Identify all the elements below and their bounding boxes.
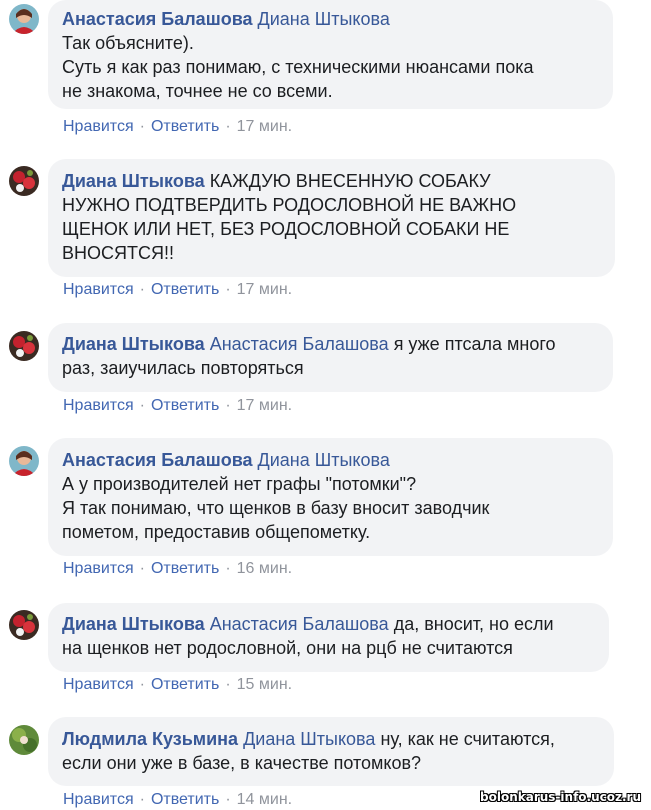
comment-author[interactable]: Анастасия Балашова [62,9,253,29]
reply-link[interactable]: Ответить [151,560,219,577]
avatar-flowers-icon [9,610,39,640]
avatar[interactable] [9,4,39,34]
reply-link[interactable]: Ответить [151,791,219,808]
avatar-woman-red-icon [9,4,39,34]
comment-timestamp[interactable]: 17 мин. [237,281,292,298]
comment-text-line: ЩЕНОК ИЛИ НЕТ, БЕЗ РОДОСЛОВНОЙ СОБАКИ НЕ [62,219,510,239]
comment-bubble: Людмила Кузьмина Диана Штыкова ну, как н… [48,717,614,786]
separator-dot: · [225,676,231,693]
separator-dot: · [139,676,145,693]
comment-text-line: А у производителей нет графы "потомки"? [62,474,417,494]
separator-dot: · [225,397,231,414]
comment-author[interactable]: Анастасия Балашова [62,450,253,470]
comment-text-line: если они уже в базе, в качестве потомков… [62,753,422,773]
avatar[interactable] [9,331,39,361]
avatar-flowers-icon [9,166,39,196]
separator-dot: · [225,281,231,298]
comment-text-line: НУЖНО ПОДТВЕРДИТЬ РОДОСЛОВНОЙ НЕ ВАЖНО [62,195,517,215]
comment-text-line: я уже птсала много [393,334,556,354]
comment-text-line: Так объясните). [62,33,194,53]
comment-text-line: ну, как не считаются, [380,729,555,749]
comment-mention[interactable]: Диана Штыкова [258,9,390,29]
separator-dot: · [139,118,145,135]
avatar[interactable] [9,725,39,755]
avatar-green-icon [9,725,39,755]
reply-link[interactable]: Ответить [151,281,219,298]
comment-mention[interactable]: Диана Штыкова [243,729,375,749]
comment-timestamp[interactable]: 16 мин. [237,560,292,577]
comment-timestamp[interactable]: 15 мин. [237,676,292,693]
comment-text-line: да, вносит, но если [393,614,554,634]
avatar-flowers-icon [9,331,39,361]
comment-actions: Нравится · Ответить · 15 мин. [63,675,292,695]
reply-link[interactable]: Ответить [151,397,219,414]
comment-text-line: пометом, предоставив общепометку. [62,522,371,542]
comment-timestamp[interactable]: 17 мин. [237,397,292,414]
comment-text-line: Суть я как раз понимаю, с техническими н… [62,57,534,77]
comment-author[interactable]: Диана Штыкова [62,614,205,634]
separator-dot: · [139,281,145,298]
comment-actions: Нравится · Ответить · 14 мин. [63,790,292,810]
separator-dot: · [225,791,231,808]
comment-timestamp[interactable]: 17 мин. [237,118,292,135]
reply-link[interactable]: Ответить [151,118,219,135]
avatar[interactable] [9,446,39,476]
comment-mention[interactable]: Анастасия Балашова [210,334,389,354]
comment-text-line: не знакома, точнее не со всеми. [62,81,333,101]
reply-link[interactable]: Ответить [151,676,219,693]
comment-actions: Нравится · Ответить · 17 мин. [63,280,292,300]
avatar[interactable] [9,610,39,640]
comment-bubble: Анастасия Балашова Диана Штыкова Так объ… [48,0,613,109]
comment-text-line: КАЖДУЮ ВНЕСЕННУЮ СОБАКУ [209,171,491,191]
comment-author[interactable]: Диана Штыкова [62,171,205,191]
like-link[interactable]: Нравится [63,676,134,693]
comment-actions: Нравится · Ответить · 16 мин. [63,559,292,579]
separator-dot: · [139,791,145,808]
comment-actions: Нравится · Ответить · 17 мин. [63,117,292,137]
comment-author[interactable]: Диана Штыкова [62,334,205,354]
comment-timestamp[interactable]: 14 мин. [237,791,292,808]
site-watermark: bolonkarus-info.ucoz.ru [480,790,641,804]
comment-bubble: Диана Штыкова Анастасия Балашова я уже п… [48,323,613,392]
comment-bubble: Диана Штыкова Анастасия Балашова да, вно… [48,603,609,672]
separator-dot: · [225,118,231,135]
separator-dot: · [139,560,145,577]
comment-text-line: ВНОСЯТСЯ!! [62,243,174,263]
avatar[interactable] [9,166,39,196]
like-link[interactable]: Нравится [63,791,134,808]
like-link[interactable]: Нравится [63,281,134,298]
comment-mention[interactable]: Диана Штыкова [258,450,390,470]
separator-dot: · [225,560,231,577]
comment-author[interactable]: Людмила Кузьмина [62,729,238,749]
comment-mention[interactable]: Анастасия Балашова [210,614,389,634]
comment-text-line: на щенков нет родословной, они на рцб не… [62,638,513,658]
like-link[interactable]: Нравится [63,560,134,577]
comment-actions: Нравится · Ответить · 17 мин. [63,396,292,416]
comment-bubble: Анастасия Балашова Диана Штыкова А у про… [48,438,613,556]
comment-text-line: Я так понимаю, что щенков в базу вносит … [62,498,490,518]
like-link[interactable]: Нравится [63,397,134,414]
like-link[interactable]: Нравится [63,118,134,135]
avatar-woman-red-icon [9,446,39,476]
comment-bubble: Диана Штыкова КАЖДУЮ ВНЕСЕННУЮ СОБАКУ НУ… [48,159,615,277]
comment-text-line: раз, заиучилась повторяться [62,358,304,378]
separator-dot: · [139,397,145,414]
